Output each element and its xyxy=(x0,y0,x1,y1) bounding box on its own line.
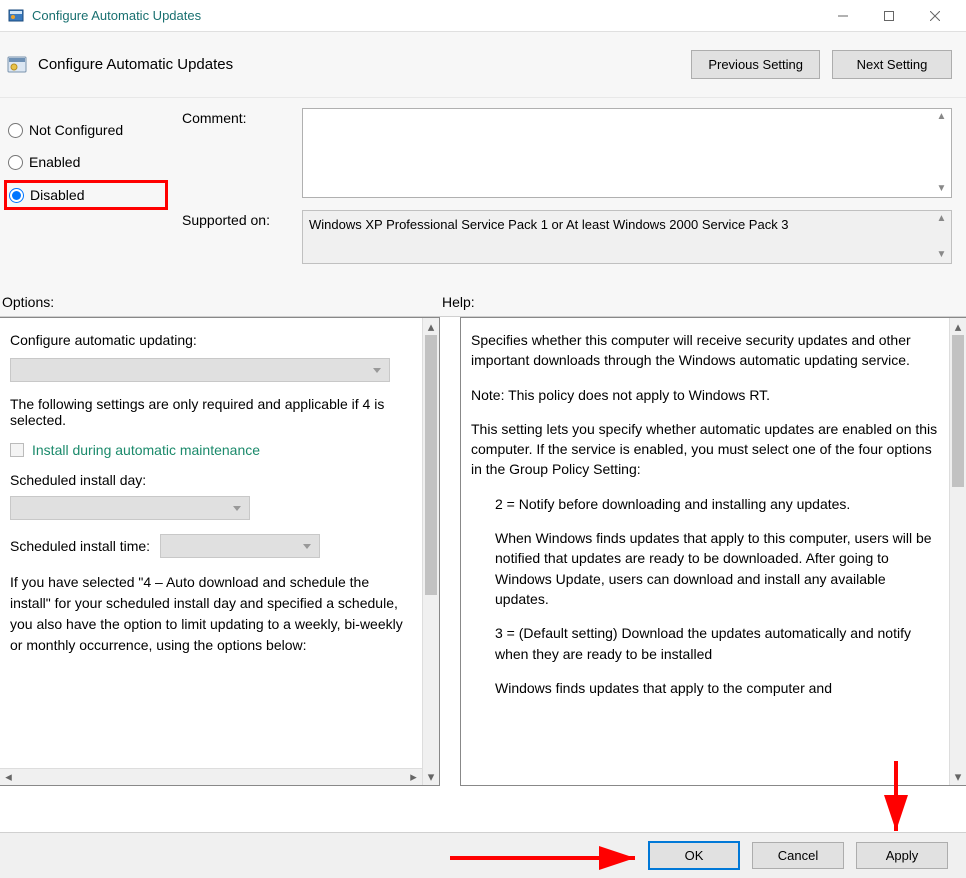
config-section: Not Configured Enabled Disabled Comment:… xyxy=(0,98,966,286)
header-strip: Configure Automatic Updates Previous Set… xyxy=(0,32,966,98)
options-hscrollbar[interactable]: ◂ ▸ xyxy=(0,768,422,785)
radio-enabled-label: Enabled xyxy=(29,154,80,170)
nav-buttons: Previous Setting Next Setting xyxy=(691,50,952,79)
scroll-up-icon[interactable]: ▴ xyxy=(423,318,439,335)
scroll-track[interactable] xyxy=(950,335,966,768)
cancel-button[interactable]: Cancel xyxy=(752,842,844,869)
scroll-thumb[interactable] xyxy=(952,335,964,487)
fields-column: Comment: ▲ ▼ Supported on: Windows XP Pr… xyxy=(182,108,952,276)
apply-button[interactable]: Apply xyxy=(856,842,948,869)
scroll-up-icon[interactable]: ▲ xyxy=(934,111,949,123)
scroll-track[interactable] xyxy=(423,335,439,768)
split-labels: Options: Help: xyxy=(0,286,966,316)
options-pane: Configure automatic updating: The follow… xyxy=(0,317,440,786)
help-heading: Help: xyxy=(442,294,952,310)
options-note-2: If you have selected "4 – Auto download … xyxy=(10,572,412,656)
help-opt3-desc: Windows finds updates that apply to the … xyxy=(471,678,939,698)
options-content: Configure automatic updating: The follow… xyxy=(0,318,422,785)
help-p1: Specifies whether this computer will rec… xyxy=(471,330,939,371)
install-maintenance-label: Install during automatic maintenance xyxy=(32,442,260,458)
supported-row: Supported on: Windows XP Professional Se… xyxy=(182,210,952,264)
minimize-button[interactable] xyxy=(820,0,866,32)
install-time-label: Scheduled install time: xyxy=(10,538,150,554)
next-setting-button[interactable]: Next Setting xyxy=(832,50,952,79)
help-p3: This setting lets you specify whether au… xyxy=(471,419,939,480)
radio-not-configured[interactable]: Not Configured xyxy=(6,114,166,146)
configure-updating-label: Configure automatic updating: xyxy=(10,332,412,348)
scroll-right-icon[interactable]: ▸ xyxy=(405,769,422,785)
scroll-left-icon[interactable]: ◂ xyxy=(0,769,17,785)
scroll-up-icon[interactable]: ▲ xyxy=(934,213,949,225)
maximize-button[interactable] xyxy=(866,0,912,32)
comment-label: Comment: xyxy=(182,108,292,198)
help-content: Specifies whether this computer will rec… xyxy=(461,318,949,785)
window-title: Configure Automatic Updates xyxy=(32,8,820,23)
radio-not-configured-label: Not Configured xyxy=(29,122,123,138)
app-icon xyxy=(8,8,24,24)
bottom-button-bar: OK Cancel Apply xyxy=(0,832,966,878)
radio-enabled-input[interactable] xyxy=(8,155,23,170)
radio-enabled[interactable]: Enabled xyxy=(6,146,166,178)
policy-title: Configure Automatic Updates xyxy=(38,56,691,73)
radio-not-configured-input[interactable] xyxy=(8,123,23,138)
supported-on-box: Windows XP Professional Service Pack 1 o… xyxy=(302,210,952,264)
scroll-down-icon[interactable]: ▾ xyxy=(423,768,439,785)
install-day-label: Scheduled install day: xyxy=(10,472,412,488)
radio-disabled-label: Disabled xyxy=(30,187,84,203)
options-vscrollbar[interactable]: ▴ ▾ xyxy=(422,318,439,785)
window-controls xyxy=(820,0,958,32)
scroll-up-icon[interactable]: ▴ xyxy=(950,318,966,335)
scroll-down-icon[interactable]: ▼ xyxy=(934,183,949,195)
scroll-track[interactable] xyxy=(17,769,405,785)
main-split: Configure automatic updating: The follow… xyxy=(0,316,966,786)
close-button[interactable] xyxy=(912,0,958,32)
help-pane: Specifies whether this computer will rec… xyxy=(460,317,966,786)
scroll-down-icon[interactable]: ▼ xyxy=(934,249,949,261)
ok-button[interactable]: OK xyxy=(648,841,740,870)
install-maintenance-checkbox: Install during automatic maintenance xyxy=(10,442,412,458)
radio-disabled-input[interactable] xyxy=(9,188,24,203)
previous-setting-button[interactable]: Previous Setting xyxy=(691,50,820,79)
scroll-thumb[interactable] xyxy=(425,335,437,595)
state-radio-group: Not Configured Enabled Disabled xyxy=(6,108,166,276)
options-heading: Options: xyxy=(2,294,442,310)
install-time-select xyxy=(160,534,320,558)
help-opt3: 3 = (Default setting) Download the updat… xyxy=(471,623,939,664)
configure-updating-select xyxy=(10,358,390,382)
supported-on-value: Windows XP Professional Service Pack 1 o… xyxy=(309,217,789,232)
help-opt2: 2 = Notify before downloading and instal… xyxy=(471,494,939,514)
radio-disabled[interactable]: Disabled xyxy=(4,180,168,210)
scroll-down-icon[interactable]: ▾ xyxy=(950,768,966,785)
checkbox-icon xyxy=(10,443,24,457)
install-day-select xyxy=(10,496,250,520)
help-opt2-desc: When Windows finds updates that apply to… xyxy=(471,528,939,609)
options-note-1: The following settings are only required… xyxy=(10,396,412,428)
comment-textarea[interactable]: ▲ ▼ xyxy=(302,108,952,198)
supported-label: Supported on: xyxy=(182,210,292,264)
comment-row: Comment: ▲ ▼ xyxy=(182,108,952,198)
titlebar: Configure Automatic Updates xyxy=(0,0,966,32)
help-vscrollbar[interactable]: ▴ ▾ xyxy=(949,318,966,785)
policy-icon xyxy=(6,54,28,76)
help-p2: Note: This policy does not apply to Wind… xyxy=(471,385,939,405)
